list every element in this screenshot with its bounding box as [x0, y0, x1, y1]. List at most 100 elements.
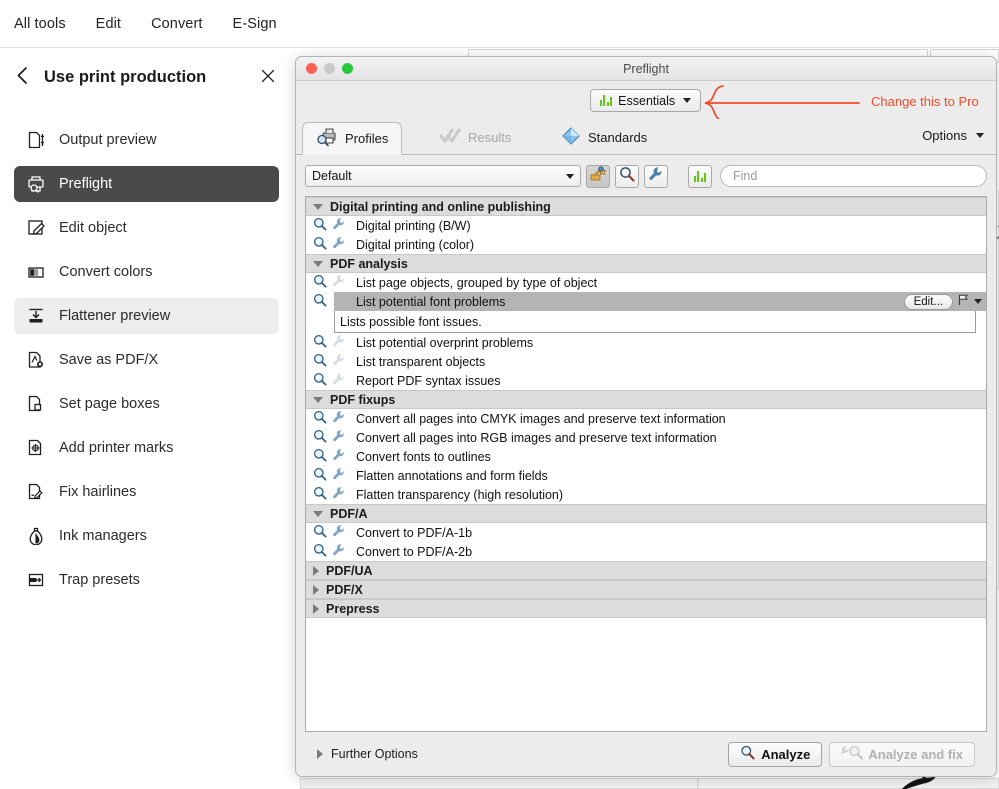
list-item[interactable]: List page objects, grouped by type of ob…: [306, 273, 986, 292]
chevron-down-icon: [683, 98, 692, 103]
analyze-label: Analyze: [761, 746, 811, 762]
analyze-button[interactable]: Analyze: [728, 741, 823, 767]
wrench-icon: [332, 429, 346, 446]
edit-button[interactable]: Edit...: [903, 293, 953, 310]
list-item[interactable]: Convert to PDF/A-1b: [306, 523, 986, 542]
preflight-dialog: Preflight Essentials Change this to Pro: [295, 56, 997, 777]
sidebar-item-label: Trap presets: [59, 572, 140, 588]
essentials-dropdown-button[interactable]: Essentials: [590, 89, 702, 112]
magnifier-icon: [313, 486, 327, 503]
chevron-down-icon: [976, 133, 984, 138]
profile-list[interactable]: Digital printing and online publishing D…: [305, 196, 987, 732]
sidebar-item-set-page-boxes[interactable]: Set page boxes: [14, 386, 279, 422]
list-item[interactable]: Convert fonts to outlines: [306, 447, 986, 466]
find-input[interactable]: Find: [720, 165, 987, 187]
dialog-footer: Further Options Analyze Analyze and fix: [305, 732, 987, 776]
menu-esign[interactable]: E-Sign: [233, 16, 277, 32]
analyze-and-fix-button[interactable]: Analyze and fix: [829, 741, 975, 767]
fixups-filter-button[interactable]: [644, 164, 668, 188]
list-item[interactable]: Flatten transparency (high resolution): [306, 485, 986, 504]
magnifier-icon: [619, 166, 635, 187]
options-dropdown-button[interactable]: Options: [922, 128, 984, 143]
magnifier-icon: [313, 236, 327, 253]
analyze-filter-button[interactable]: [615, 164, 639, 188]
menu-edit[interactable]: Edit: [96, 16, 121, 32]
list-item[interactable]: Report PDF syntax issues: [306, 371, 986, 390]
sidebar-item-edit-object[interactable]: Edit object: [14, 210, 279, 246]
annotation-label: Change this to Pro: [871, 94, 979, 109]
sidebar-item-add-printer-marks[interactable]: Add printer marks: [14, 430, 279, 466]
list-item-label: Flatten annotations and form fields: [356, 468, 548, 483]
list-item-label: Convert fonts to outlines: [356, 449, 491, 464]
magnifier-icon: [313, 293, 327, 310]
group-pdf-fixups[interactable]: PDF fixups: [306, 390, 986, 409]
save-pdfx-icon: [26, 351, 45, 370]
wrench-icon: [332, 217, 346, 234]
analyze-and-fix-label: Analyze and fix: [868, 746, 963, 762]
fix-hairlines-icon: [26, 483, 45, 502]
list-item-label: Convert all pages into RGB images and pr…: [356, 430, 717, 445]
group-pdfx[interactable]: PDF/X: [306, 580, 986, 599]
sidebar-item-output-preview[interactable]: Output preview: [14, 122, 279, 158]
printer-magnifier-icon: [316, 127, 338, 150]
find-placeholder: Find: [733, 169, 758, 183]
group-pdfua[interactable]: PDF/UA: [306, 561, 986, 580]
triangle-closed-icon: [313, 565, 319, 576]
group-label: PDF/UA: [326, 563, 373, 578]
list-item-selected[interactable]: List potential font problems Edit...: [306, 292, 986, 311]
triangle-closed-icon: [313, 603, 319, 614]
sidebar-item-convert-colors[interactable]: Convert colors: [14, 254, 279, 290]
tab-profiles[interactable]: Profiles: [302, 122, 403, 155]
list-item[interactable]: List potential overprint problems: [306, 333, 986, 352]
sidebar-item-ink-managers[interactable]: Ink managers: [14, 518, 279, 554]
wrench-icon: [332, 236, 346, 253]
flag-dropdown[interactable]: [958, 294, 982, 309]
list-item[interactable]: Convert all pages into RGB images and pr…: [306, 428, 986, 447]
essentials-filter-button[interactable]: [688, 164, 712, 188]
green-bars-icon: [600, 95, 613, 106]
sidebar-item-save-as-pdfx[interactable]: Save as PDF/X: [14, 342, 279, 378]
close-icon[interactable]: [259, 67, 277, 88]
sidebar-item-label: Ink managers: [59, 528, 147, 544]
magnifier-icon: [740, 745, 756, 763]
wrench-icon: [332, 410, 346, 427]
tab-standards[interactable]: Standards: [548, 121, 660, 154]
sidebar-item-flattener-preview[interactable]: Flattener preview: [14, 298, 279, 334]
further-options-toggle[interactable]: Further Options: [317, 747, 418, 761]
sidebar-item-trap-presets[interactable]: Trap presets: [14, 562, 279, 598]
menu-convert[interactable]: Convert: [151, 16, 202, 32]
group-pdf-analysis[interactable]: PDF analysis: [306, 254, 986, 273]
list-item[interactable]: Convert to PDF/A-2b: [306, 542, 986, 561]
wrench-icon: [332, 524, 346, 541]
magnifier-icon: [313, 524, 327, 541]
sidebar-item-preflight[interactable]: Preflight: [14, 166, 279, 202]
magnifier-icon: [313, 543, 327, 560]
tab-results[interactable]: Results: [426, 121, 524, 154]
further-options-label: Further Options: [331, 747, 418, 761]
menu-all-tools[interactable]: All tools: [14, 16, 66, 32]
list-item[interactable]: Convert all pages into CMYK images and p…: [306, 409, 986, 428]
wrench-icon: [332, 543, 346, 560]
chevron-left-icon[interactable]: [16, 66, 38, 88]
group-label: PDF/A: [330, 506, 368, 521]
favorites-tools-button[interactable]: [586, 164, 610, 188]
group-pdfa[interactable]: PDF/A: [306, 504, 986, 523]
green-bars-icon: [693, 170, 707, 182]
sidebar-item-fix-hairlines[interactable]: Fix hairlines: [14, 474, 279, 510]
list-item-label: Convert to PDF/A-1b: [356, 525, 473, 540]
list-item[interactable]: Flatten annotations and form fields: [306, 466, 986, 485]
list-item[interactable]: Digital printing (color): [306, 235, 986, 254]
list-item[interactable]: List transparent objects: [306, 352, 986, 371]
group-prepress[interactable]: Prepress: [306, 599, 986, 618]
magnifier-icon: [313, 372, 327, 389]
screen-root: All tools Edit Convert E-Sign U 3 Use pr…: [0, 0, 999, 789]
magnifier-icon: [313, 429, 327, 446]
group-digital-printing[interactable]: Digital printing and online publishing: [306, 197, 986, 216]
list-item[interactable]: Digital printing (B/W): [306, 216, 986, 235]
list-item-label: List potential overprint problems: [356, 335, 534, 350]
profile-select[interactable]: Default: [305, 165, 581, 187]
print-production-panel: Use print production Output preview Pref…: [0, 48, 293, 789]
chevron-down-icon: [566, 173, 574, 179]
triangle-open-icon: [313, 396, 323, 403]
dialog-title-bar[interactable]: Preflight: [296, 57, 996, 81]
